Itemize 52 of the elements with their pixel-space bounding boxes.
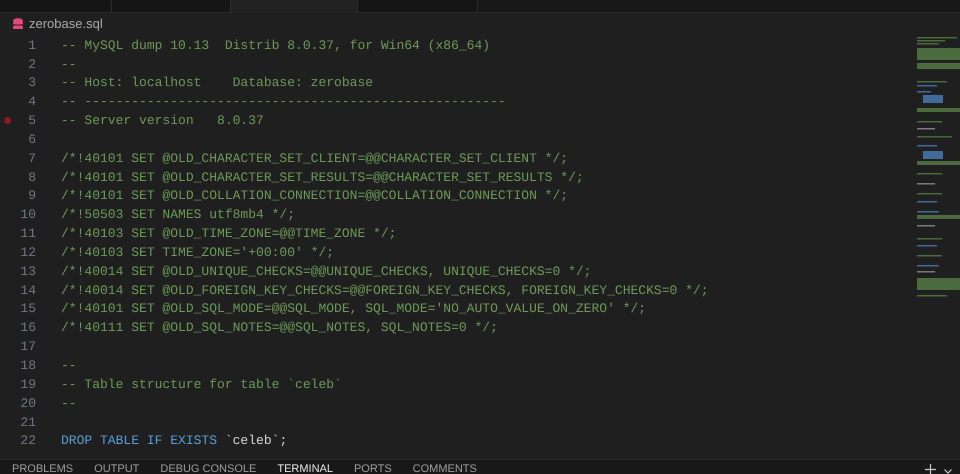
code-line: -- Host: localhost Database: zerobase [61,74,374,92]
code-line: DROP TABLE IF EXISTS `celeb`; [61,432,288,450]
panel-tab[interactable]: OUTPUT [94,463,140,474]
line-number: 11 [19,225,36,244]
code-line: /*!40103 SET @OLD_TIME_ZONE=@@TIME_ZONE */; [61,225,396,244]
line-number: 7 [27,150,36,168]
line-number: 18 [19,357,36,376]
panel-tab[interactable]: DEBUG CONSOLE [160,463,256,474]
code-line: -- MySQL dump 10.13 Distrib 8.0.37, for Win64 (x86_64) [61,36,490,55]
line-number: 19 [19,376,36,394]
line-number: 10 [19,206,36,224]
add-icon[interactable] [925,464,936,474]
line-number: 17 [19,338,36,356]
line-number: 4 [27,93,36,112]
database-icon [13,18,23,30]
line-number: 3 [27,74,36,92]
panel-tab[interactable]: TERMINAL [277,463,333,474]
code-line: -- [61,357,77,376]
line-number: 13 [19,262,36,281]
line-number: 12 [19,244,36,262]
code-line: -- Server version 8.0.37 [61,112,264,130]
code-line: /*!40014 SET @OLD_FOREIGN_KEY_CHECKS=@@FOREIGN_KEY_CHECKS, FOREIGN_KEY_CHECKS=0 */; [61,282,709,300]
line-number: 20 [19,394,36,413]
line-number: 8 [27,168,36,187]
code-line: /*!40111 SET @OLD_SQL_NOTES=@@SQL_NOTES, SQL_NOTES=0 */; [61,319,498,338]
chevron-icon[interactable] [944,469,952,474]
line-number: 5 [27,112,36,130]
code-line: /*!40101 SET @OLD_CHARACTER_SET_CLIENT=@@CHARACTER_SET_CLIENT */; [61,150,568,168]
line-number: 21 [19,414,36,432]
code-line: -- ------------------------------------------------------ [61,93,506,112]
line-number: 14 [19,282,36,300]
line-number: 22 [19,432,36,450]
line-number: 2 [27,56,36,74]
line-number: 16 [19,319,36,338]
line-number: 1 [27,36,36,55]
code-line: /*!50503 SET NAMES utf8mb4 */; [61,206,296,224]
breakpoint-icon[interactable] [4,117,10,124]
line-number: 6 [27,130,36,149]
code-line: -- [61,394,77,413]
panel-tab[interactable]: PROBLEMS [12,463,74,474]
code-line: /*!40103 SET TIME_ZONE='+00:00' */; [61,244,334,262]
code-line: /*!40101 SET @OLD_SQL_MODE=@@SQL_MODE, SQL_MODE='NO_AUTO_VALUE_ON_ZERO' */; [61,300,646,318]
code-line: -- [61,56,77,74]
code-line: /*!40101 SET @OLD_COLLATION_CONNECTION=@@COLLATION_CONNECTION */; [61,187,568,206]
breadcrumb-file[interactable]: zerobase.sql [29,14,103,34]
panel-tab[interactable]: COMMENTS [412,463,477,474]
panel-tab[interactable]: PORTS [354,463,392,474]
line-number: 9 [27,187,36,206]
code-line: /*!40014 SET @OLD_UNIQUE_CHECKS=@@UNIQUE_CHECKS, UNIQUE_CHECKS=0 */; [61,262,592,281]
line-number: 15 [19,300,36,318]
code-line: /*!40101 SET @OLD_CHARACTER_SET_RESULTS=@@CHARACTER_SET_RESULTS */; [61,168,584,187]
code-line: -- Table structure for table `celeb` [61,376,342,394]
